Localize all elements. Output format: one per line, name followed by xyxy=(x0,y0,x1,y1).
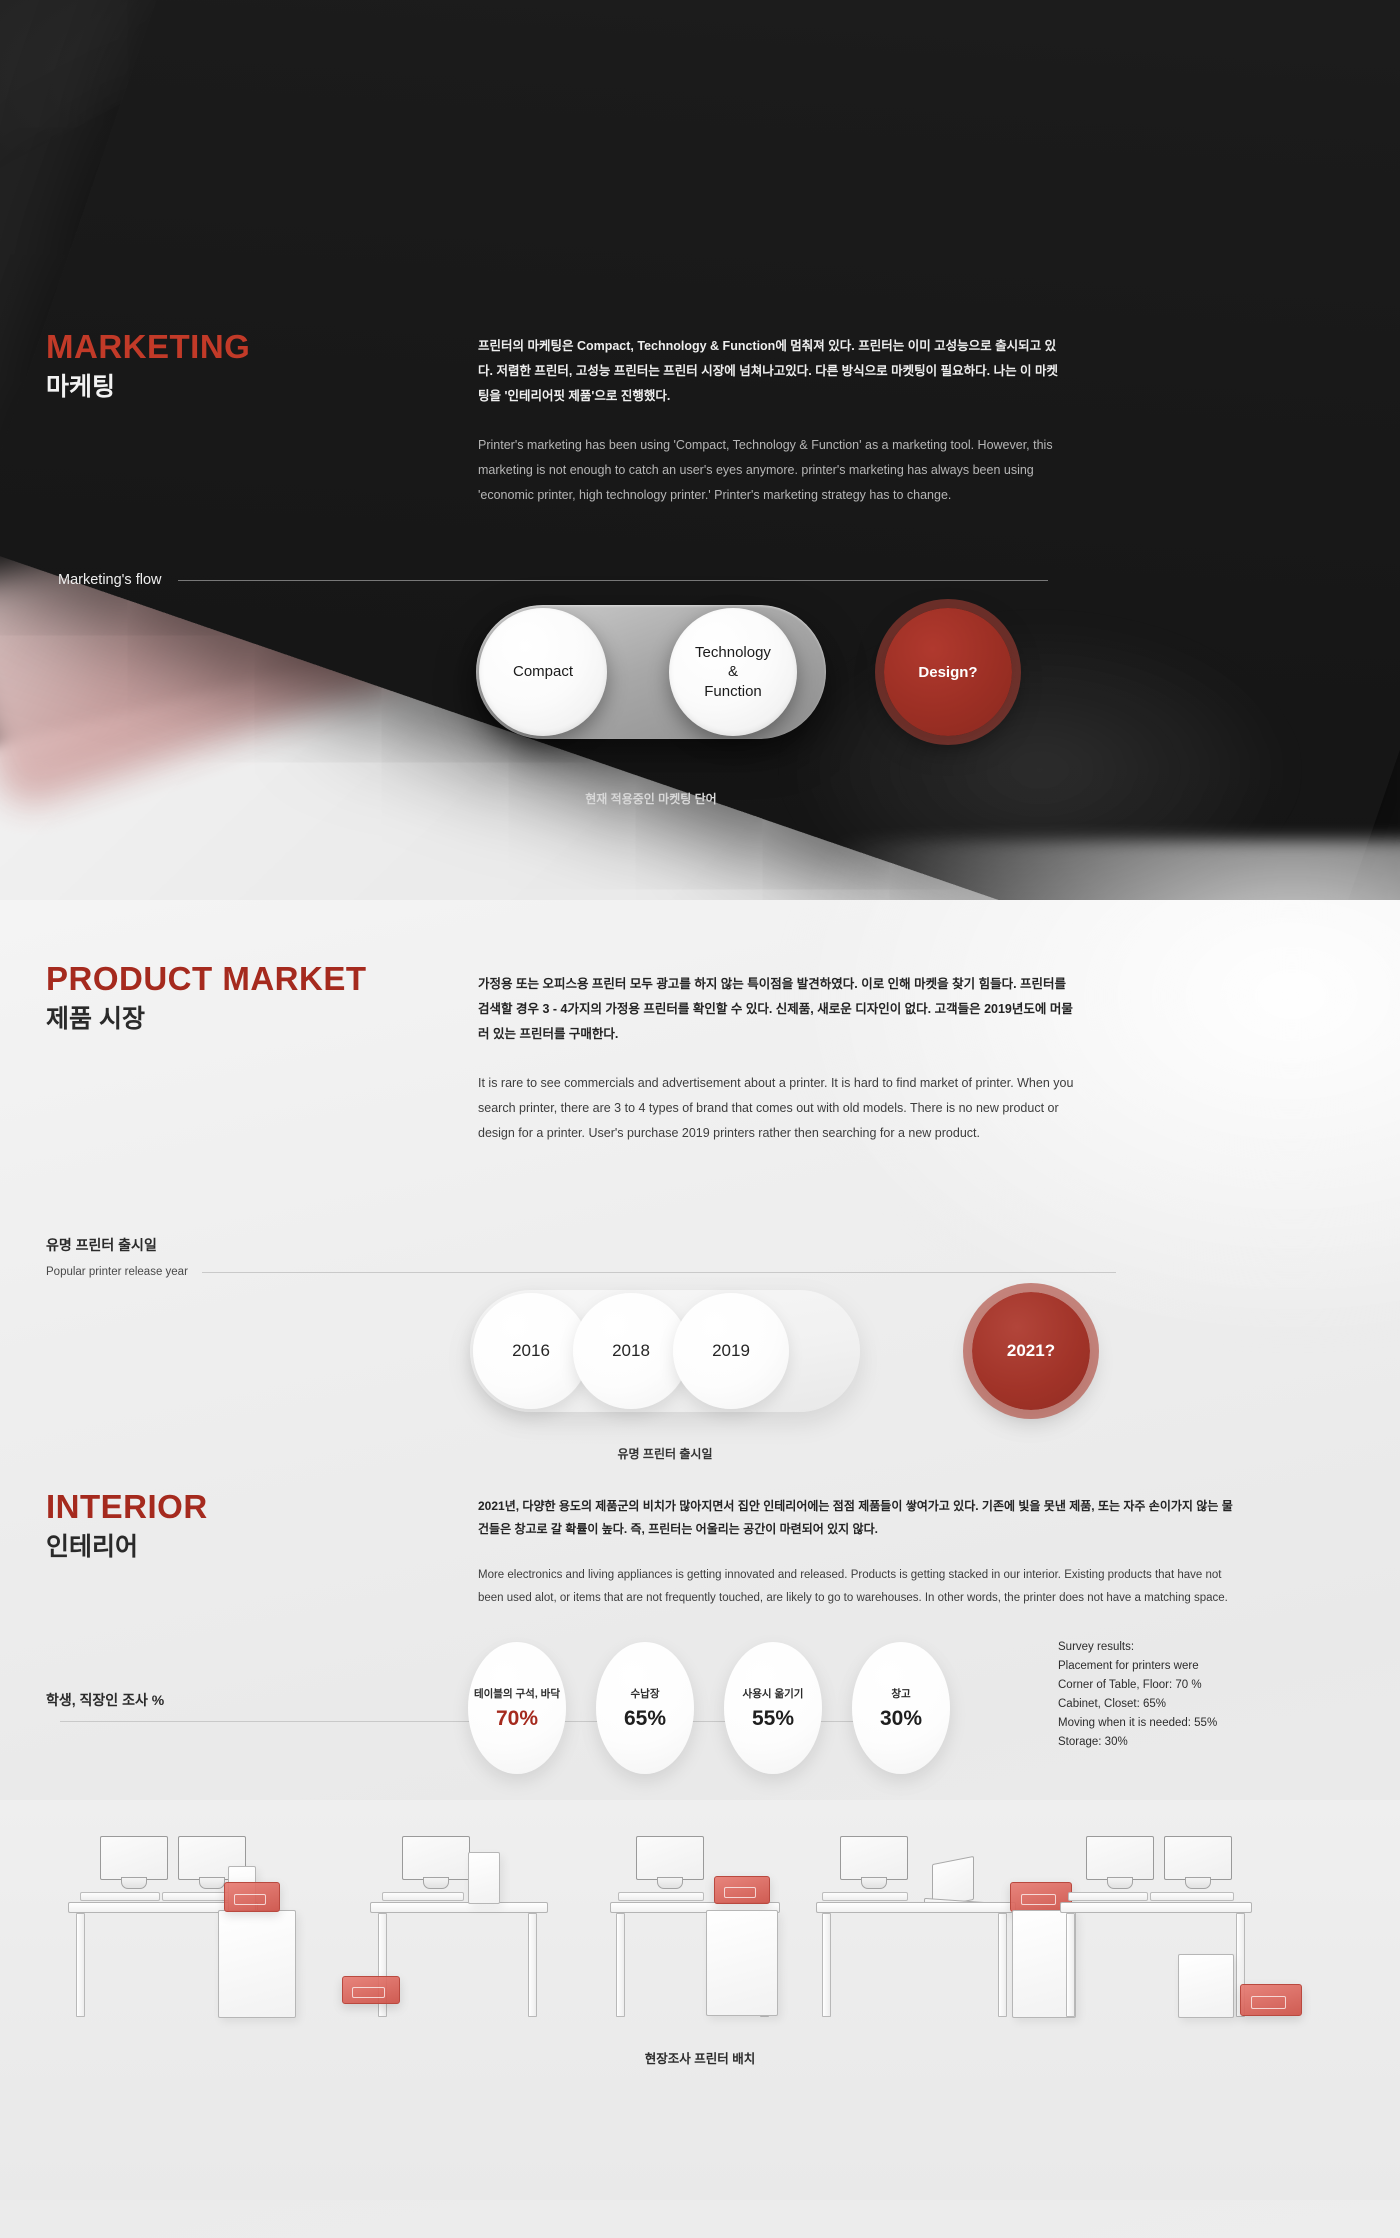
desk-shelf xyxy=(1150,1892,1234,1901)
marketing-paragraph-en: Printer's marketing has been using 'Comp… xyxy=(478,438,1053,502)
timeline-label-ko: 유명 프린터 출시일 xyxy=(46,1237,157,1253)
interior-paragraph-en: More electronics and living appliances i… xyxy=(478,1568,1228,1604)
desk-shelf xyxy=(382,1892,464,1901)
marketing-flow-caption: 현재 적용중인 마켓팅 단어 xyxy=(585,792,717,806)
survey-item: 사용시 옮기기 55% xyxy=(724,1642,822,1774)
interior-heading-block: INTERIOR 인테리어 xyxy=(46,1490,208,1564)
marketing-flow-label: Marketing's flow xyxy=(58,572,162,588)
timeline-label-en: Popular printer release year xyxy=(46,1266,188,1278)
desk-leg xyxy=(1066,1913,1075,2017)
product-market-paragraph-en: It is rare to see commercials and advert… xyxy=(478,1076,1074,1140)
interior-heading-ko: 인테리어 xyxy=(46,1533,139,1561)
survey-chart: 테이블의 구석, 바닥 70% 수납장 65% 사용시 옮기기 55% 창고 3… xyxy=(468,1642,950,1774)
flow-pill-container: Compact Technology & Function xyxy=(476,605,826,739)
interior-heading-en: INTERIOR xyxy=(46,1488,208,1525)
monitor-icon xyxy=(1164,1836,1232,1880)
desk-scene-4 xyxy=(816,1826,1076,2026)
cabinet xyxy=(706,1910,778,2016)
interior-body-block: 2021년, 다양한 용도의 제품군의 비치가 많아지면서 집안 인테리어에는 … xyxy=(478,1495,1238,1610)
survey-item-label: 테이블의 구석, 바닥 xyxy=(473,1687,561,1700)
cabinet xyxy=(468,1852,500,1904)
printer xyxy=(1240,1984,1302,2016)
marketing-flow-diagram: Compact Technology & Function Design? xyxy=(476,605,1012,739)
survey-item-value: 65% xyxy=(623,1706,667,1730)
survey-item-label: 창고 xyxy=(891,1687,911,1700)
survey-results-text: Survey results: Placement for printers w… xyxy=(1058,1641,1218,1748)
monitor-icon xyxy=(1086,1836,1154,1880)
product-market-heading-ko: 제품 시장 xyxy=(46,1005,145,1033)
printer xyxy=(224,1882,280,1912)
hero-dark-section: MARKETING 마케팅 프린터의 마케팅은 Compact, Technol… xyxy=(0,0,1400,940)
scene-caption: 현장조사 프린터 배치 xyxy=(644,2052,756,2066)
timeline-label-row: Popular printer release year xyxy=(46,1266,1116,1278)
desk-leg xyxy=(76,1913,85,2017)
desk-top xyxy=(370,1902,548,1913)
printer-placement-scene xyxy=(0,1800,1400,2200)
desk-scene-2 xyxy=(342,1826,630,2026)
product-market-heading-en: PRODUCT MARKET xyxy=(46,960,367,997)
marketing-heading-en: MARKETING xyxy=(46,328,251,365)
desk-leg xyxy=(998,1913,1007,2017)
survey-item: 테이블의 구석, 바닥 70% xyxy=(468,1642,566,1774)
cabinet xyxy=(218,1910,296,2018)
desk-leg xyxy=(616,1913,625,2017)
survey-item-value: 55% xyxy=(751,1706,795,1730)
marketing-heading-ko: 마케팅 xyxy=(46,373,116,401)
cabinet xyxy=(1178,1954,1234,2018)
monitor-icon xyxy=(402,1836,470,1880)
printer xyxy=(342,1976,400,2004)
flow-node-design-highlight: Design? xyxy=(884,608,1012,736)
product-market-paragraph-ko: 가정용 또는 오피스용 프린터 모두 광고를 하지 않는 특이점을 발견하였다.… xyxy=(478,977,1073,1041)
timeline-year-2016: 2016 xyxy=(473,1293,589,1409)
survey-item-label: 사용시 옮기기 xyxy=(742,1687,804,1700)
marketing-body-block: 프린터의 마케팅은 Compact, Technology & Function… xyxy=(478,334,1058,508)
desk-leg xyxy=(822,1913,831,2017)
desk-shelf xyxy=(822,1892,908,1901)
survey-item-value: 30% xyxy=(879,1706,923,1730)
monitor-icon xyxy=(840,1836,908,1880)
desk-shelf xyxy=(618,1892,704,1901)
desk-scene-5 xyxy=(1060,1826,1330,2026)
monitor-icon xyxy=(636,1836,704,1880)
timeline-year-2018: 2018 xyxy=(573,1293,689,1409)
desk-scene-1 xyxy=(66,1826,326,2026)
desk-top xyxy=(1060,1902,1252,1913)
timeline-diagram: 2016 2018 2019 2021? xyxy=(470,1290,1090,1412)
desk-shelf xyxy=(1068,1892,1148,1901)
desk-shelf xyxy=(80,1892,160,1901)
survey-item-value: 70% xyxy=(495,1706,539,1730)
product-market-body-block: 가정용 또는 오피스용 프린터 모두 광고를 하지 않는 특이점을 발견하였다.… xyxy=(478,972,1078,1146)
desk-top xyxy=(816,1902,1016,1913)
product-market-heading-block: PRODUCT MARKET 제품 시장 xyxy=(46,962,366,1036)
divider-line xyxy=(177,579,1048,581)
timeline-year-highlight: 2021? xyxy=(972,1292,1090,1410)
desk-leg xyxy=(528,1913,537,2017)
flow-node-compact: Compact xyxy=(479,608,607,736)
marketing-heading-block: MARKETING 마케팅 xyxy=(46,330,250,404)
survey-item: 수납장 65% xyxy=(596,1642,694,1774)
timeline-caption: 유명 프린터 출시일 xyxy=(617,1447,713,1461)
divider-line xyxy=(201,1271,1116,1273)
marketing-paragraph-ko: 프린터의 마케팅은 Compact, Technology & Function… xyxy=(478,339,1059,403)
timeline-year-2019: 2019 xyxy=(673,1293,789,1409)
flow-node-technology-function: Technology & Function xyxy=(669,608,797,736)
survey-item-label: 수납장 xyxy=(630,1687,660,1700)
printer xyxy=(714,1876,770,1904)
interior-paragraph-ko: 2021년, 다양한 용도의 제품군의 비치가 많아지면서 집안 인테리어에는 … xyxy=(478,1499,1233,1537)
survey-item: 창고 30% xyxy=(852,1642,950,1774)
timeline-pill-container: 2016 2018 2019 xyxy=(470,1290,860,1412)
monitor-icon xyxy=(100,1836,168,1880)
marketing-flow-label-row: Marketing's flow xyxy=(58,572,1048,588)
timeline-label-block: 유명 프린터 출시일 Popular printer release year xyxy=(46,1235,1116,1278)
hero-content: MARKETING 마케팅 프린터의 마케팅은 Compact, Technol… xyxy=(0,0,1400,940)
